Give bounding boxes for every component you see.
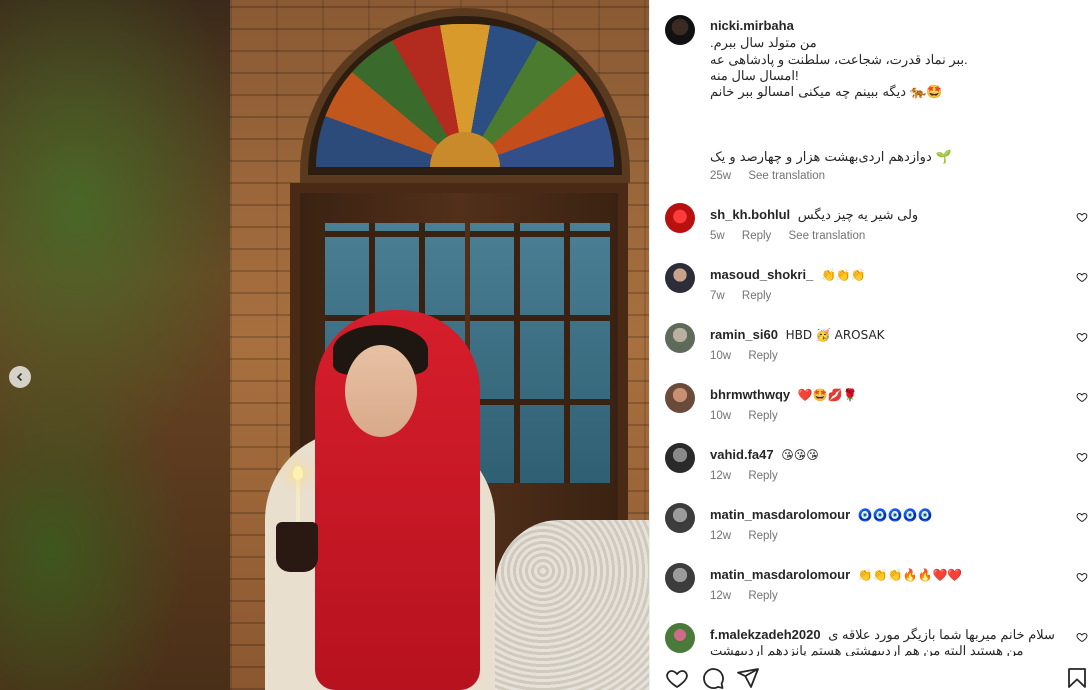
reply-button[interactable]: Reply bbox=[748, 530, 777, 542]
heart-icon[interactable] bbox=[1076, 451, 1088, 463]
paper-plane-icon[interactable] bbox=[736, 666, 760, 690]
heart-icon[interactable] bbox=[665, 666, 689, 690]
comment-username[interactable]: sh_kh.bohlul bbox=[710, 207, 790, 222]
comment-time: 12w bbox=[710, 590, 732, 602]
comment-meta: 5w Reply See translation bbox=[710, 230, 879, 242]
reply-button[interactable]: Reply bbox=[748, 410, 777, 422]
comment-meta: 12w Reply bbox=[710, 470, 792, 482]
comment-username[interactable]: matin_masdarolomour bbox=[710, 507, 850, 522]
commenter-avatar[interactable] bbox=[665, 323, 695, 353]
commenter-avatar[interactable] bbox=[665, 383, 695, 413]
comment-username[interactable]: masoud_shokri_ bbox=[710, 267, 813, 282]
comments-scroll[interactable]: nicki.mirbaha من متولد سال ببرم. .ببر نم… bbox=[650, 0, 1091, 656]
comment-username[interactable]: matin_masdarolomour bbox=[710, 567, 850, 582]
commenter-avatar[interactable] bbox=[665, 203, 695, 233]
see-translation-link[interactable]: See translation bbox=[748, 170, 825, 182]
comment-meta: 10w Reply bbox=[710, 350, 792, 362]
reply-button[interactable]: Reply bbox=[742, 290, 771, 302]
see-translation-link[interactable]: See translation bbox=[789, 230, 866, 242]
comment-text: ولی شیر یه چیز دیگس bbox=[797, 207, 919, 222]
comment-time: 5w bbox=[710, 230, 725, 242]
comment-text: 🧿🧿🧿🧿🧿 bbox=[857, 508, 933, 522]
comment-time: 12w bbox=[710, 470, 732, 482]
post-action-bar bbox=[650, 656, 1091, 690]
commenter-avatar[interactable] bbox=[665, 263, 695, 293]
candle bbox=[296, 478, 300, 522]
author-username[interactable]: nicki.mirbaha bbox=[710, 18, 794, 33]
heart-icon[interactable] bbox=[1076, 391, 1088, 403]
person-face bbox=[345, 345, 417, 437]
author-avatar[interactable] bbox=[665, 15, 695, 45]
commenter-avatar[interactable] bbox=[665, 623, 695, 653]
comment-meta: 12w Reply bbox=[710, 530, 792, 542]
bookmark-icon[interactable] bbox=[1065, 666, 1089, 690]
stained-glass bbox=[316, 24, 614, 167]
comment-username[interactable]: bhrmwthwqy bbox=[710, 387, 790, 402]
commenter-avatar[interactable] bbox=[665, 563, 695, 593]
comment-meta: 10w Reply bbox=[710, 410, 792, 422]
comment-username[interactable]: ramin_si60 bbox=[710, 327, 778, 342]
caption-line: 🤩🐅 دیگه ببینم چه میکنی امسالو ببر خانم bbox=[710, 84, 943, 100]
caption-line: !امسال سال منه bbox=[710, 68, 799, 83]
comment-username[interactable]: vahid.fa47 bbox=[710, 447, 774, 462]
comment-text: 👏👏👏 bbox=[820, 268, 866, 282]
comments-pane: nicki.mirbaha من متولد سال ببرم. .ببر نم… bbox=[649, 0, 1091, 690]
heart-icon[interactable] bbox=[1076, 631, 1088, 643]
heart-icon[interactable] bbox=[1076, 211, 1088, 223]
heart-icon[interactable] bbox=[1076, 511, 1088, 523]
comment-time: 10w bbox=[710, 410, 732, 422]
reply-button[interactable]: Reply bbox=[742, 230, 771, 242]
caption-line: .ببر نماد قدرت، شجاعت، سلطنت و پادشاهی ع… bbox=[710, 51, 968, 67]
comment-text: 😘😘😘 bbox=[781, 448, 819, 462]
comment-time: 10w bbox=[710, 350, 732, 362]
comment-username[interactable]: f.malekzadeh2020 bbox=[710, 627, 821, 642]
caption-time: 25w bbox=[710, 170, 732, 182]
heart-icon[interactable] bbox=[1076, 571, 1088, 583]
comment-time: 12w bbox=[710, 530, 732, 542]
comment-text: ❤️🤩💋🌹 bbox=[797, 388, 858, 402]
comment-text: 👏👏👏🔥🔥❤️❤️ bbox=[857, 568, 963, 582]
commenter-avatar[interactable] bbox=[665, 443, 695, 473]
caption-line: من متولد سال ببرم. bbox=[710, 35, 817, 50]
comment-meta: 7w Reply bbox=[710, 290, 785, 302]
lace-tablecloth bbox=[495, 520, 649, 690]
door-glass-right bbox=[470, 223, 610, 483]
heart-icon[interactable] bbox=[1076, 271, 1088, 283]
chevron-left-icon[interactable] bbox=[9, 366, 31, 388]
cake-cup bbox=[276, 522, 318, 572]
caption-text: من متولد سال ببرم. .ببر نماد قدرت، شجاعت… bbox=[710, 35, 1030, 167]
reply-button[interactable]: Reply bbox=[748, 590, 777, 602]
caption-meta: 25w See translation bbox=[710, 170, 839, 182]
comment-meta: 12w Reply bbox=[710, 590, 792, 602]
candle-flame bbox=[293, 466, 303, 480]
comment-text: HBD 🥳 AROSAK bbox=[785, 328, 885, 342]
reply-button[interactable]: Reply bbox=[748, 350, 777, 362]
commenter-avatar[interactable] bbox=[665, 503, 695, 533]
caption-line: 🌱 دوازدهم اردی‌بهشت هزار و چهارصد و یک bbox=[710, 150, 953, 165]
post-photo[interactable] bbox=[0, 0, 649, 690]
reply-button[interactable]: Reply bbox=[748, 470, 777, 482]
comment-icon[interactable] bbox=[701, 666, 725, 690]
heart-icon[interactable] bbox=[1076, 331, 1088, 343]
comment-time: 7w bbox=[710, 290, 725, 302]
